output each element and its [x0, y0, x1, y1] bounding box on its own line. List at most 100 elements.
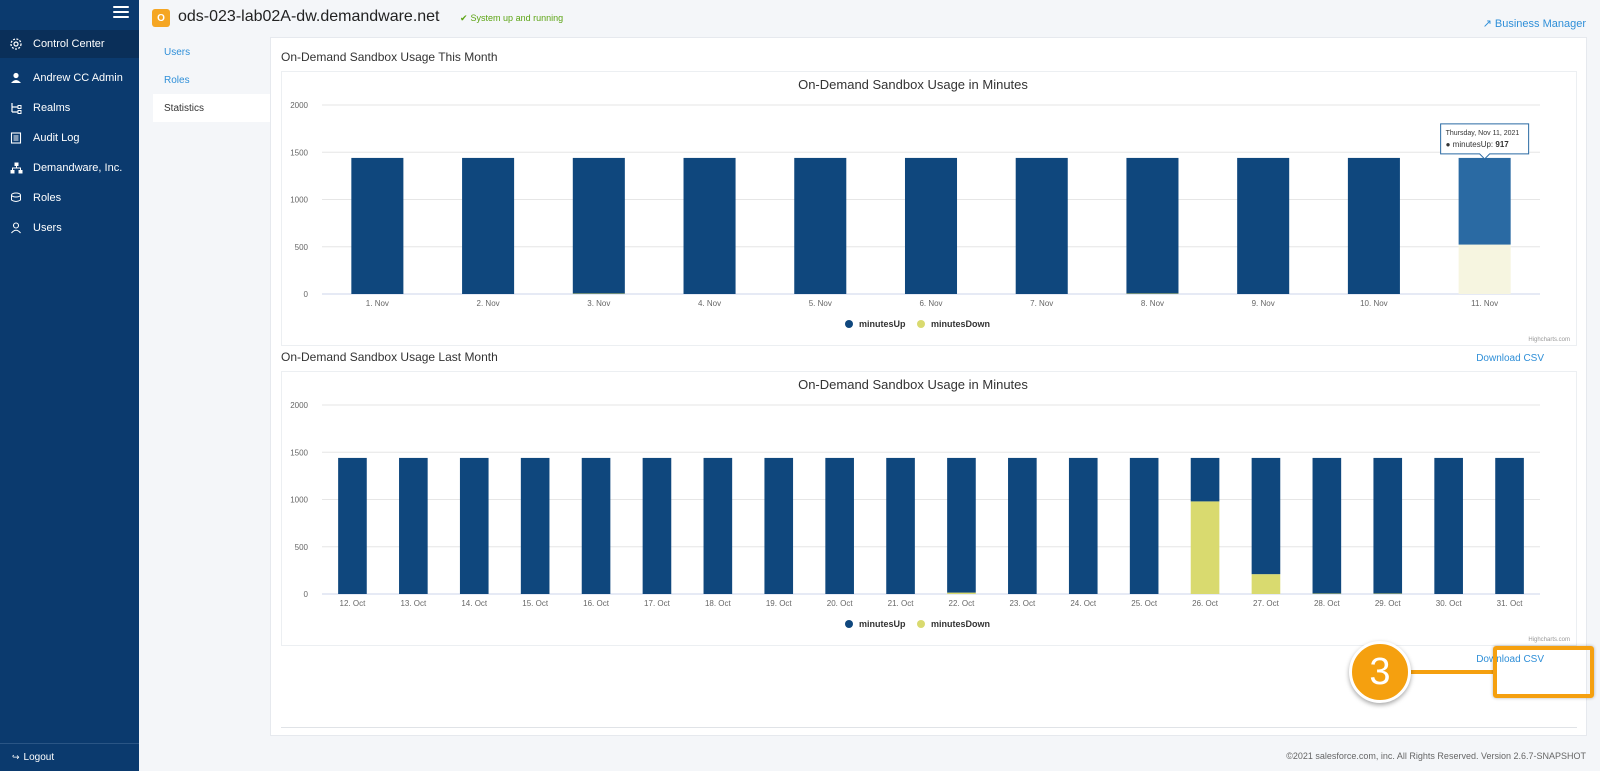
legend-marker-minutes-up [845, 320, 853, 328]
sidebar: Control Center Andrew CC Admin Realms Au… [0, 0, 139, 771]
chart-svg-this-month: On-Demand Sandbox Usage in Minutes 0 500 10… [290, 77, 1570, 343]
users-icon [9, 221, 23, 235]
x-tick-label: 15. Oct [522, 599, 549, 608]
chart-this-month: On-Demand Sandbox Usage in Minutes 0 500 10… [281, 71, 1577, 346]
chart-title: On-Demand Sandbox Usage in Minutes [798, 77, 1028, 92]
sidebar-item-label: Demandware, Inc. [33, 162, 123, 174]
business-manager-link[interactable]: ↗ Business Manager [1483, 17, 1586, 30]
legend-label-minutes-up: minutesUp [859, 619, 906, 629]
x-tick-label: 29. Oct [1375, 599, 1402, 608]
highcharts-credit: Highcharts.com [1528, 637, 1570, 643]
sidebar-item-label: Control Center [33, 38, 105, 50]
divider [281, 727, 1577, 728]
bar-minutes-up [825, 457, 854, 594]
bar-minutes-up [1251, 457, 1281, 575]
bar-minutes-up [462, 157, 515, 294]
bar-minutes-up [1190, 457, 1220, 502]
menu-toggle-icon[interactable] [113, 6, 129, 20]
legend-label-minutes-down: minutesDown [931, 619, 990, 629]
bar-minutes-up [1068, 457, 1098, 594]
x-tick-label: 20. Oct [827, 599, 854, 608]
download-csv-link-this-month[interactable]: Download CSV [1476, 353, 1544, 364]
chart-tooltip: Thursday, Nov 11, 2021 ● minutesUp: 917 [1440, 123, 1530, 160]
sidebar-item-label: Andrew CC Admin [33, 72, 123, 84]
x-tick-label: 28. Oct [1314, 599, 1341, 608]
x-tick-label: 30. Oct [1436, 599, 1463, 608]
y-tick-label: 1000 [290, 496, 308, 505]
y-tick-label: 500 [295, 243, 309, 252]
subnav-users[interactable]: Users [153, 38, 270, 66]
x-tick-label: 23. Oct [1009, 599, 1036, 608]
y-tick-label: 2000 [290, 401, 308, 410]
bar-minutes-up [1458, 157, 1511, 245]
subnav-roles[interactable]: Roles [153, 66, 270, 94]
sidebar-item-audit-log[interactable]: Audit Log [0, 124, 139, 152]
logout-button[interactable]: ↪ Logout [0, 743, 139, 771]
y-tick-label: 1500 [290, 448, 308, 457]
bar-minutes-up [581, 457, 611, 594]
status-text: System up and running [470, 13, 564, 23]
bar-minutes-down [947, 592, 976, 594]
bar-minutes-up [1126, 157, 1179, 294]
bar-minutes-up [642, 457, 672, 594]
x-tick-label: 7. Nov [1030, 299, 1053, 308]
roles-icon [9, 191, 23, 205]
tooltip-value: ● minutesUp: 917 [1446, 140, 1510, 149]
y-tick-label: 2000 [290, 101, 308, 110]
section-title-this-month: On-Demand Sandbox Usage This Month [281, 50, 498, 64]
x-tick-label: 19. Oct [766, 599, 793, 608]
x-tick-label: 18. Oct [705, 599, 732, 608]
x-tick-label: 4. Nov [698, 299, 721, 308]
sidebar-item-organization[interactable]: Demandware, Inc. [0, 154, 139, 182]
status-indicator: ✔ System up and running [460, 13, 563, 24]
x-tick-label: 26. Oct [1192, 599, 1219, 608]
x-tick-label: 22. Oct [949, 599, 976, 608]
external-link-icon: ↗ [1482, 18, 1492, 30]
y-tick-label: 1000 [290, 196, 308, 205]
bar-minutes-up [904, 157, 958, 294]
sidebar-item-realms[interactable]: Realms [0, 94, 139, 122]
sidebar-item-label: Realms [33, 102, 71, 114]
x-tick-label: 6. Nov [919, 299, 942, 308]
bar-minutes-up [459, 457, 489, 594]
gear-icon [9, 37, 23, 51]
x-tick-label: 27. Oct [1253, 599, 1280, 608]
x-tick-label: 12. Oct [340, 599, 367, 608]
x-tick-label: 3. Nov [587, 299, 610, 308]
bar-minutes-up [572, 157, 625, 294]
statistics-panel: On-Demand Sandbox Usage This Month On-De… [270, 37, 1587, 736]
bar-minutes-up [351, 157, 404, 294]
legend-label-minutes-down: minutesDown [931, 319, 990, 329]
legend-marker-minutes-down [917, 320, 925, 328]
chart-last-month: On-Demand Sandbox Usage in Minutes 0 500 10… [281, 371, 1577, 646]
bar-minutes-up [947, 457, 976, 593]
tooltip-date: Thursday, Nov 11, 2021 [1446, 130, 1520, 137]
bar-minutes-up [1495, 457, 1524, 594]
subnav-statistics[interactable]: Statistics [153, 94, 270, 122]
x-tick-label: 1. Nov [366, 299, 389, 308]
legend-label-minutes-up: minutesUp [859, 319, 906, 329]
sidebar-item-account[interactable]: Andrew CC Admin [0, 64, 139, 92]
legend-marker-minutes-up [845, 620, 853, 628]
user-icon [9, 71, 23, 85]
org-icon [9, 161, 23, 175]
bar-minutes-up [703, 457, 733, 594]
y-tick-label: 0 [304, 290, 309, 299]
x-tick-label: 14. Oct [461, 599, 488, 608]
org-badge: O [152, 9, 170, 27]
instance-title: ods-023-lab02A-dw.demandware.net [178, 8, 440, 25]
x-tick-label: 17. Oct [644, 599, 671, 608]
sidebar-item-label: Audit Log [33, 132, 80, 144]
bar-minutes-up [1129, 457, 1159, 594]
sidebar-item-roles[interactable]: Roles [0, 184, 139, 212]
x-tick-label: 11. Nov [1471, 299, 1498, 308]
x-tick-label: 10. Nov [1360, 299, 1388, 308]
bar-minutes-up [520, 457, 550, 594]
logout-label: Logout [23, 752, 55, 763]
x-tick-label: 21. Oct [888, 599, 915, 608]
x-tick-label: 31. Oct [1497, 599, 1524, 608]
sidebar-item-control-center[interactable]: Control Center [0, 30, 139, 58]
bar-minutes-up [1015, 157, 1068, 294]
x-tick-label: 8. Nov [1141, 299, 1164, 308]
sidebar-item-users[interactable]: Users [0, 214, 139, 242]
